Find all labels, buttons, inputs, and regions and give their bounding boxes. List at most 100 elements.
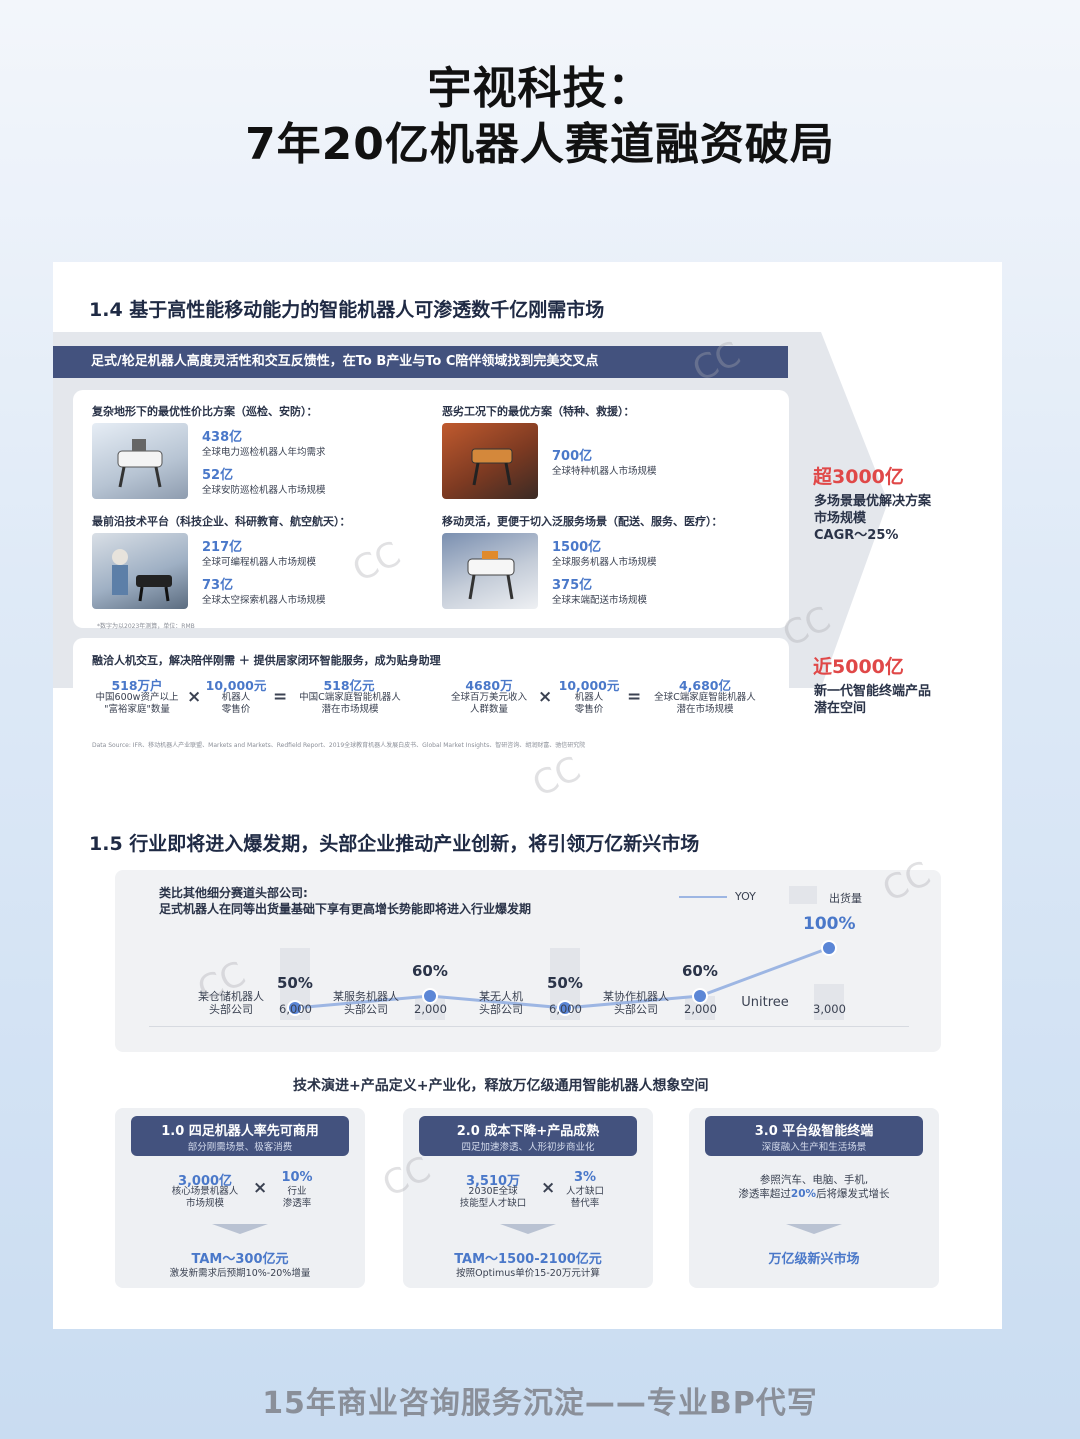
page-title-line2: 7年20亿机器人赛道融资破局 bbox=[245, 119, 835, 170]
quadrant-4-header: 移动灵活，更便于切入泛服务场景（配送、服务、医疗）： bbox=[442, 515, 723, 528]
formula-right-1-label-a: 全球百万美元收入 bbox=[450, 692, 527, 703]
side2-line-2: 潜在空间 bbox=[814, 701, 867, 716]
stage-3-tam: 万亿级新兴市场 bbox=[768, 1252, 860, 1267]
side1-value: 超3000亿 bbox=[813, 466, 904, 488]
formula-left-2-label-b: 零售价 bbox=[221, 704, 251, 715]
formula-left-1-label-b: "富裕家庭"数量 bbox=[104, 704, 170, 715]
quadrant-3-photo bbox=[92, 533, 188, 609]
q4-value-1: 1500亿 bbox=[552, 540, 602, 555]
yoy-label-1: 50% bbox=[277, 974, 313, 992]
formula-right-1-label-b: 人群数量 bbox=[469, 704, 508, 715]
q4-label-2: 全球末端配送市场规模 bbox=[552, 595, 648, 606]
stage-3-pill: 3.0 平台级智能终端 深度融入生产和生活场景 bbox=[705, 1116, 923, 1156]
multiply-symbol: × bbox=[187, 687, 202, 707]
down-arrow-icon bbox=[212, 1224, 268, 1234]
yoy-label-2: 60% bbox=[412, 962, 448, 980]
formula-right-3-label-b: 潜在市场规模 bbox=[676, 704, 734, 715]
data-note: *数字为以2023年测算，单位：RMB bbox=[97, 623, 195, 630]
q2-label-1: 全球特种机器人市场规模 bbox=[552, 466, 657, 477]
side2-line-1: 新一代智能终端产品 bbox=[814, 684, 932, 699]
q1-value-1: 438亿 bbox=[202, 430, 243, 445]
stage-2-desc-2a: 人才缺口 bbox=[565, 1186, 604, 1197]
formula-left-2-label-a: 机器人 bbox=[221, 692, 251, 703]
section-15-heading: 1.5 行业即将进入爆发期，头部企业推动产业创新，将引领万亿新兴市场 bbox=[89, 833, 700, 855]
category-label-3: 某无人机 头部公司 bbox=[479, 990, 523, 1016]
yoy-point-4 bbox=[692, 988, 708, 1004]
quadrant-2-header: 恶劣工况下的最优方案（特种、救援）： bbox=[442, 405, 635, 418]
side1-line-3: CAGR～25% bbox=[814, 528, 899, 543]
q1-label-2: 全球安防巡检机器人市场规模 bbox=[202, 485, 326, 496]
yoy-label-3: 50% bbox=[547, 974, 583, 992]
stage-1-desc-2a: 行业 bbox=[287, 1186, 307, 1197]
chart-plot bbox=[280, 940, 844, 1020]
formula-left-3-label-b: 潜在市场规模 bbox=[321, 704, 379, 715]
category-label-2: 某服务机器人 头部公司 bbox=[333, 990, 399, 1016]
stage-3-subtitle: 深度融入生产和生活场景 bbox=[761, 1142, 867, 1153]
side1-line-2: 市场规模 bbox=[814, 511, 867, 526]
yoy-label-4: 60% bbox=[682, 962, 718, 980]
stage-1-subtitle: 部分刚需场景、极客消费 bbox=[187, 1142, 293, 1153]
quadrant-1-photo bbox=[92, 423, 188, 499]
stage-2-tam-desc: 按照Optimus单价15-20万元计算 bbox=[456, 1268, 600, 1279]
formula-right-2-label-a: 机器人 bbox=[574, 692, 604, 703]
quadrant-3-header: 最前沿技术平台（科技企业、科研教育、航空航天）： bbox=[92, 515, 351, 528]
q3-label-1: 全球可编程机器人市场规模 bbox=[202, 557, 317, 568]
stage-3-highlight: 20% bbox=[790, 1188, 817, 1200]
stage-1-title: 1.0 四足机器人率先可商用 bbox=[161, 1124, 319, 1139]
stage-2-value-2: 3% bbox=[573, 1170, 597, 1185]
stage-1-tam-desc: 激发新需求后预期10%-20%增量 bbox=[169, 1268, 311, 1279]
chart-container: 类比其他细分赛道头部公司: 足式机器人在同等出货量基础下享有更高增长势能即将进入… bbox=[115, 870, 941, 1052]
formula-right-3-label-a: 全球C端家庭智能机器人 bbox=[654, 692, 756, 703]
stage-3-text-2a: 渗透率超过 bbox=[738, 1188, 791, 1200]
section-14-heading: 1.4 基于高性能移动能力的智能机器人可渗透数千亿刚需市场 bbox=[89, 299, 605, 321]
footer-slogan: 15年商业咨询服务沉淀——专业BP代写 bbox=[262, 1386, 818, 1421]
quadrant-4-photo bbox=[442, 533, 538, 609]
stage-1-desc-1b: 市场规模 bbox=[185, 1198, 224, 1209]
stage-2-title: 2.0 成本下降+产品成熟 bbox=[456, 1124, 600, 1139]
stage-1-desc-1a: 核心场景机器人 bbox=[171, 1186, 239, 1197]
stage-1-value-2: 10% bbox=[281, 1170, 313, 1185]
q4-label-1: 全球服务机器人市场规模 bbox=[552, 557, 657, 568]
multiply-symbol: × bbox=[538, 687, 553, 707]
stage-2-desc-1a: 2030E全球 bbox=[468, 1186, 518, 1197]
q4-value-2: 375亿 bbox=[552, 578, 593, 593]
formula-left-1-label-a: 中国600w资产以上 bbox=[95, 692, 179, 703]
stage-3-text-2c: 后将爆发式增长 bbox=[816, 1188, 890, 1200]
category-label-5: Unitree bbox=[741, 995, 789, 1010]
q1-value-2: 52亿 bbox=[202, 468, 234, 483]
stage-3-title: 3.0 平台级智能终端 bbox=[754, 1124, 874, 1139]
formula-left-3-label-a: 中国C端家庭智能机器人 bbox=[299, 692, 401, 703]
multiply-symbol: × bbox=[541, 1178, 556, 1198]
bar-value-label-1: 6,000 bbox=[279, 1002, 312, 1016]
down-arrow-icon bbox=[500, 1224, 556, 1234]
stage-1-desc-2b: 渗透率 bbox=[282, 1198, 312, 1209]
page-title-line1: 宇视科技： bbox=[427, 63, 653, 114]
multiply-symbol: × bbox=[253, 1178, 268, 1198]
stage-1-pill: 1.0 四足机器人率先可商用 部分刚需场景、极客消费 bbox=[131, 1116, 349, 1156]
slide-sheet: 1.4 基于高性能移动能力的智能机器人可渗透数千亿刚需市场 足式/轮足机器人高度… bbox=[53, 262, 1002, 1329]
formula-right-2-label-b: 零售价 bbox=[574, 704, 604, 715]
stage-card-3: 3.0 平台级智能终端 深度融入生产和生活场景 参照汽车、电脑、手机, 渗透率超… bbox=[689, 1108, 939, 1288]
yoy-point-5 bbox=[821, 940, 837, 956]
quadrant-1-header: 复杂地形下的最优性价比方案（巡检、安防）： bbox=[92, 405, 318, 418]
stage-2-subtitle: 四足加速渗透、人形初步商业化 bbox=[461, 1142, 595, 1153]
down-arrow-icon bbox=[786, 1224, 842, 1234]
stage-3-text-1: 参照汽车、电脑、手机, bbox=[759, 1174, 869, 1186]
data-source: Data Source: IFR、移动机器人产业联盟、Markets and M… bbox=[92, 742, 586, 749]
yoy-point-2 bbox=[422, 988, 438, 1004]
q3-label-2: 全球太空探索机器人市场规模 bbox=[202, 595, 326, 606]
stage-2-pill: 2.0 成本下降+产品成熟 四足加速渗透、人形初步商业化 bbox=[419, 1116, 637, 1156]
stage-card-2: 2.0 成本下降+产品成熟 四足加速渗透、人形初步商业化 3,510万 2030… bbox=[403, 1108, 653, 1288]
stage-2-desc-2b: 替代率 bbox=[570, 1198, 600, 1209]
summary-line: 技术演进+产品定义+产业化，释放万亿级通用智能机器人想象空间 bbox=[293, 1078, 709, 1094]
q1-label-1: 全球电力巡检机器人年均需求 bbox=[202, 447, 326, 458]
side2-value: 近5000亿 bbox=[813, 656, 904, 678]
stage-3-text-2: 渗透率超过20%后将爆发式增长 bbox=[689, 1188, 939, 1200]
quadrant-2-photo bbox=[442, 423, 538, 499]
category-label-4: 某协作机器人 头部公司 bbox=[603, 990, 669, 1016]
bar-value-label-4: 2,000 bbox=[684, 1002, 717, 1016]
q3-value-2: 73亿 bbox=[202, 578, 234, 593]
formula-header: 融洽人机交互，解决陪伴刚需 ＋ 提供居家闭环智能服务，成为贴身助理 bbox=[92, 654, 441, 667]
bar-value-label-5: 3,000 bbox=[813, 1002, 846, 1016]
section-14-banner: 足式/轮足机器人高度灵活性和交互反馈性，在To B产业与To C陪伴领域找到完美… bbox=[53, 346, 788, 378]
